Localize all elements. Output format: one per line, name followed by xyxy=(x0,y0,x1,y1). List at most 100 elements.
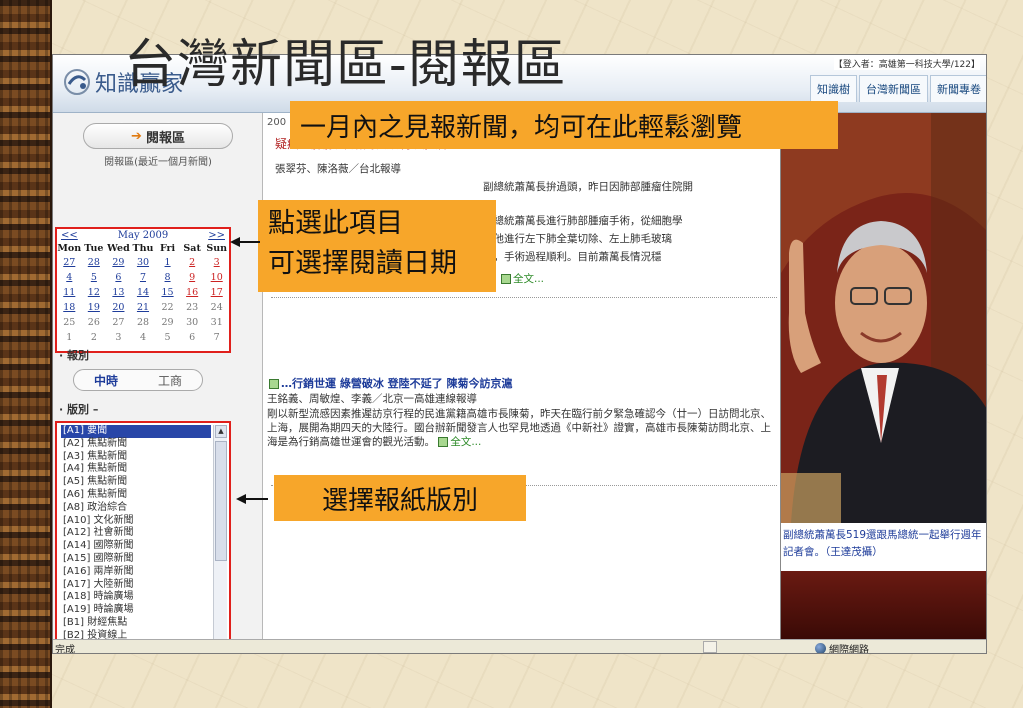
calendar-day[interactable]: 17 xyxy=(204,285,229,300)
status-zone: 網際網路 xyxy=(815,641,869,654)
calendar-day[interactable]: 3 xyxy=(204,255,229,270)
callout-select-date-line2: 可選擇閱讀日期 xyxy=(268,248,457,279)
person-photo-illustration xyxy=(781,113,986,523)
news2-body: 剛以新型流感因素推遲訪京行程的民進黨籍高雄市長陳菊，昨天在臨行前夕緊急確認今（廿… xyxy=(267,408,771,448)
calendar-next-link[interactable]: >> xyxy=(208,230,225,241)
status-zone-label: 網際網路 xyxy=(829,645,869,654)
edition-option[interactable]: [A1] 要聞 xyxy=(61,425,211,438)
calendar-day[interactable]: 5 xyxy=(82,270,107,285)
news1-line-4: 除，手術過程順利。目前蕭萬長情況穩 xyxy=(483,251,662,263)
news1-fulltext-link[interactable]: 全文... xyxy=(501,271,544,288)
edition-option[interactable]: [A6] 焦點新聞 xyxy=(61,489,211,502)
left-sidebar: news ➔ 閱報區 閱報區(最近一個月新聞) << May 2009 >> M… xyxy=(53,113,263,653)
reading-area-button[interactable]: ➔ 閱報區 xyxy=(83,123,233,149)
edition-option[interactable]: [A17] 大陸新聞 xyxy=(61,579,211,592)
calendar-day: 1 xyxy=(66,332,73,343)
calendar-day[interactable]: 6 xyxy=(106,270,131,285)
edition-option[interactable]: [A16] 兩岸新聞 xyxy=(61,566,211,579)
calendar-day[interactable]: 30 xyxy=(131,255,156,270)
article-icon xyxy=(269,379,279,389)
slide-title: 台灣新聞區-閱報區 xyxy=(124,35,567,95)
calendar-day[interactable]: 28 xyxy=(82,255,107,270)
status-bar: 完成 網際網路 xyxy=(53,639,986,654)
edition-option[interactable]: [A18] 時論廣場 xyxy=(61,591,211,604)
edition-option[interactable]: [A4] 焦點新聞 xyxy=(61,463,211,476)
calendar-weekday: Mon xyxy=(57,243,82,254)
calendar-day[interactable]: 7 xyxy=(131,270,156,285)
calendar-weekday: Wed xyxy=(107,243,130,254)
calendar-day[interactable]: 27 xyxy=(57,255,82,270)
calendar-header: << May 2009 >> xyxy=(57,229,229,242)
edition-option[interactable]: [A3] 焦點新聞 xyxy=(61,451,211,464)
decorative-left-border xyxy=(0,0,52,708)
nav-tab-knowledge-tree[interactable]: 知識樹 xyxy=(810,75,857,102)
edition-option[interactable]: [A12] 社會新聞 xyxy=(61,527,211,540)
edition-option[interactable]: [B1] 財經焦點 xyxy=(61,617,211,630)
calendar-day[interactable]: 1 xyxy=(155,255,180,270)
callout-select-date: 點選此項目 可選擇閱讀日期 xyxy=(258,200,496,292)
photo-panel: 副總統蕭萬長519還跟馬總統一起舉行週年記者會。（王達茂攝） xyxy=(780,113,986,639)
top-nav: 知識樹 台灣新聞區 新聞專卷 xyxy=(810,75,986,102)
paper-option-commercial[interactable]: 工商 xyxy=(158,372,182,389)
calendar-day[interactable]: 16 xyxy=(180,285,205,300)
scroll-thumb[interactable] xyxy=(215,441,227,561)
calendar-day[interactable]: 14 xyxy=(131,285,156,300)
calendar-day: 25 xyxy=(63,317,76,328)
calendar-day[interactable]: 20 xyxy=(106,300,131,315)
calendar-day: 23 xyxy=(186,302,199,313)
edition-option[interactable]: [A8] 政治綜合 xyxy=(61,502,211,515)
news1-line-3: 為他進行左下肺全葉切除、左上肺毛玻璃 xyxy=(483,233,672,245)
arrow-left-icon xyxy=(230,237,240,247)
news-photo[interactable] xyxy=(781,113,986,523)
edition-option[interactable]: [A19] 時論廣場 xyxy=(61,604,211,617)
calendar-prev-link[interactable]: << xyxy=(61,230,78,241)
calendar-day[interactable]: 19 xyxy=(82,300,107,315)
nav-tab-taiwan-news[interactable]: 台灣新聞區 xyxy=(859,75,928,102)
calendar-day: 26 xyxy=(87,317,100,328)
photo-caption[interactable]: 副總統蕭萬長519還跟馬總統一起舉行週年記者會。（王達茂攝） xyxy=(781,523,986,571)
calendar-day[interactable]: 15 xyxy=(155,285,180,300)
calendar-day[interactable]: 4 xyxy=(57,270,82,285)
calendar-day: 4 xyxy=(139,332,147,343)
calendar-day[interactable]: 29 xyxy=(106,255,131,270)
news1-line-2: 副總統蕭萬長進行肺部腫瘤手術，從細胞學 xyxy=(483,215,683,227)
calendar-weekday: Thu xyxy=(132,243,154,254)
status-text: 完成 xyxy=(55,645,75,654)
calendar-day[interactable]: 11 xyxy=(57,285,82,300)
edition-option[interactable]: [A10] 文化新聞 xyxy=(61,515,211,528)
calendar-day[interactable]: 10 xyxy=(204,270,229,285)
logo-icon xyxy=(64,69,90,95)
calendar-day[interactable]: 12 xyxy=(82,285,107,300)
calendar-day[interactable]: 18 xyxy=(57,300,82,315)
edition-option[interactable]: [A15] 國際新聞 xyxy=(61,553,211,566)
calendar-day: 28 xyxy=(136,317,150,328)
calendar-day: 7 xyxy=(213,332,220,343)
news1-author: 張翠芬、陳洛薇／台北報導 xyxy=(275,163,401,175)
globe-icon xyxy=(815,643,826,653)
news2-fulltext-link[interactable]: 全文... xyxy=(438,436,481,448)
edition-scrollbar[interactable]: ▲ ▼ xyxy=(213,425,227,653)
calendar-day: 5 xyxy=(164,332,171,343)
edition-list: [A1] 要聞 [A2] 焦點新聞 [A3] 焦點新聞 [A4] 焦點新聞 [A5] 焦… xyxy=(61,425,211,653)
login-status: 【登入者：高雄第一科技大學/122】 xyxy=(833,57,980,70)
scroll-up-icon[interactable]: ▲ xyxy=(215,425,227,438)
calendar-day[interactable]: 21 xyxy=(131,300,156,315)
date-tab[interactable]: 200 xyxy=(267,117,286,128)
nav-tab-news-collection[interactable]: 新聞專卷 xyxy=(930,75,986,102)
news2-authors: 王銘義、周敏煌、李義／北京一高雄連線報導 xyxy=(267,393,477,405)
calendar-day[interactable]: 8 xyxy=(155,270,180,285)
callout-browse-month: 一月內之見報新聞，均可在此輕鬆瀏覽 xyxy=(290,101,838,149)
edition-option[interactable]: [A14] 國際新聞 xyxy=(61,540,211,553)
divider xyxy=(271,297,777,298)
edition-option[interactable]: [A5] 焦點新聞 xyxy=(61,476,211,489)
headline-2[interactable]: …行銷世運 綠營破冰 登陸不延了 陳菊今訪京滬 xyxy=(269,375,513,391)
edition-option[interactable]: [A2] 焦點新聞 xyxy=(61,438,211,451)
paper-selector: 中時 工商 xyxy=(73,369,203,391)
paper-option-chinatimes[interactable]: 中時 xyxy=(94,372,118,389)
calendar-day: 24 xyxy=(210,302,223,313)
calendar-day[interactable]: 13 xyxy=(106,285,131,300)
calendar-day[interactable]: 2 xyxy=(180,255,205,270)
calendar-day[interactable]: 9 xyxy=(180,270,205,285)
fulltext-icon xyxy=(501,274,511,284)
edition-listbox[interactable]: [A1] 要聞 [A2] 焦點新聞 [A3] 焦點新聞 [A4] 焦點新聞 [A5] 焦… xyxy=(55,421,231,653)
